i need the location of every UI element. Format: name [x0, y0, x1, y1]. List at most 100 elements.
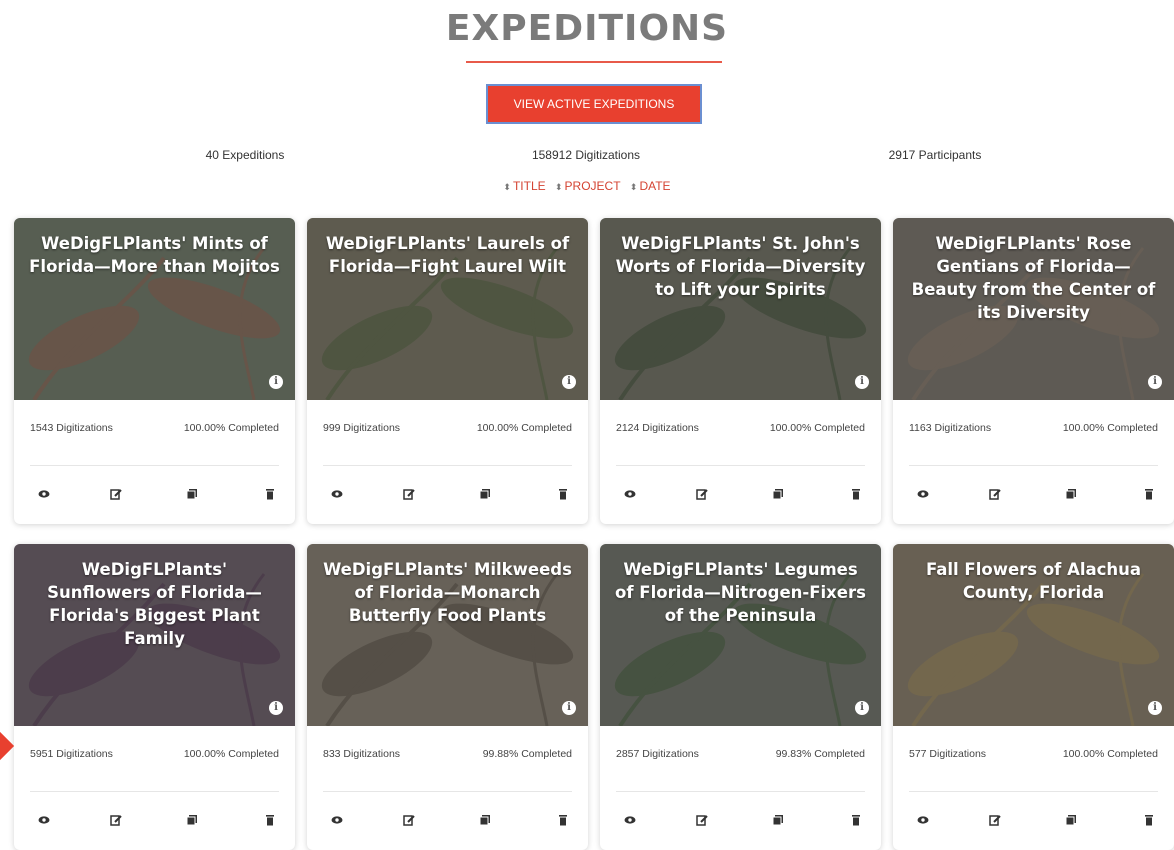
copy-icon[interactable]	[1065, 488, 1081, 504]
expedition-card[interactable]: WeDigFLPlants' Mints of Florida—More tha…	[14, 218, 295, 524]
card-actions	[893, 488, 1174, 504]
expedition-card[interactable]: WeDigFLPlants' St. John's Worts of Flori…	[600, 218, 881, 524]
sort-arrows-icon: ⬍	[503, 182, 511, 192]
divider	[323, 465, 572, 466]
sort-title[interactable]: ⬍ TITLE	[503, 179, 545, 193]
trash-icon[interactable]	[1143, 814, 1159, 830]
info-icon[interactable]: i	[1148, 701, 1162, 715]
card-actions	[893, 814, 1174, 830]
info-icon[interactable]: i	[855, 701, 869, 715]
copy-icon[interactable]	[186, 488, 202, 504]
page-title: EXPEDITIONS	[445, 8, 729, 49]
digitizations-count: 577 Digitizations	[909, 748, 987, 760]
expeditions-count: 40 Expeditions	[205, 148, 285, 162]
trash-icon[interactable]	[850, 488, 866, 504]
digitizations-count: 1163 Digitizations	[909, 422, 992, 434]
copy-icon[interactable]	[479, 814, 495, 830]
trash-icon[interactable]	[1143, 488, 1159, 504]
edit-icon[interactable]	[110, 488, 126, 504]
expedition-title: WeDigFLPlants' Sunflowers of Florida—Flo…	[47, 560, 262, 648]
copy-icon[interactable]	[772, 488, 788, 504]
completion-percent: 100.00% Completed	[183, 748, 279, 760]
edit-icon[interactable]	[989, 814, 1005, 830]
edit-icon[interactable]	[110, 814, 126, 830]
copy-icon[interactable]	[186, 814, 202, 830]
completion-percent: 99.88% Completed	[482, 748, 572, 760]
eye-icon[interactable]	[624, 814, 640, 830]
eye-icon[interactable]	[38, 488, 54, 504]
view-active-expeditions-button[interactable]: VIEW ACTIVE EXPEDITIONS	[486, 84, 702, 124]
expedition-image[interactable]: WeDigFLPlants' Rose Gentians of Florida—…	[893, 218, 1174, 400]
copy-icon[interactable]	[479, 488, 495, 504]
info-icon[interactable]: i	[269, 375, 283, 389]
info-icon[interactable]: i	[855, 375, 869, 389]
sort-date[interactable]: ⬍ DATE	[630, 179, 671, 193]
card-actions	[14, 488, 295, 504]
sort-bar: ⬍ TITLE ⬍ PROJECT ⬍ DATE	[0, 179, 1174, 193]
completion-percent: 100.00% Completed	[1062, 422, 1158, 434]
edit-icon[interactable]	[403, 488, 419, 504]
digitizations-count: 2124 Digitizations	[616, 422, 699, 434]
completion-percent: 100.00% Completed	[769, 422, 865, 434]
eye-icon[interactable]	[38, 814, 54, 830]
expedition-image[interactable]: WeDigFLPlants' Mints of Florida—More tha…	[14, 218, 295, 400]
expedition-image[interactable]: WeDigFLPlants' Laurels of Florida—Fight …	[307, 218, 588, 400]
card-actions	[307, 488, 588, 504]
divider	[909, 465, 1158, 466]
trash-icon[interactable]	[264, 814, 280, 830]
eye-icon[interactable]	[624, 488, 640, 504]
trash-icon[interactable]	[557, 814, 573, 830]
eye-icon[interactable]	[917, 488, 933, 504]
divider	[909, 791, 1158, 792]
expedition-image[interactable]: Fall Flowers of Alachua County, Florida i	[893, 544, 1174, 726]
completion-percent: 100.00% Completed	[183, 422, 279, 434]
participants-count: 2917 Participants	[888, 148, 982, 162]
info-icon[interactable]: i	[269, 701, 283, 715]
edit-icon[interactable]	[403, 814, 419, 830]
edit-icon[interactable]	[696, 488, 712, 504]
sort-project[interactable]: ⬍ PROJECT	[555, 179, 621, 193]
expedition-image[interactable]: WeDigFLPlants' Milkweeds of Florida—Mona…	[307, 544, 588, 726]
expedition-title: WeDigFLPlants' Mints of Florida—More tha…	[29, 234, 280, 276]
eye-icon[interactable]	[331, 488, 347, 504]
expedition-card[interactable]: WeDigFLPlants' Legumes of Florida—Nitrog…	[600, 544, 881, 850]
trash-icon[interactable]	[264, 488, 280, 504]
expedition-title: WeDigFLPlants' Legumes of Florida—Nitrog…	[615, 560, 866, 625]
completion-percent: 100.00% Completed	[1062, 748, 1158, 760]
edit-icon[interactable]	[989, 488, 1005, 504]
info-icon[interactable]: i	[562, 375, 576, 389]
expedition-card[interactable]: Fall Flowers of Alachua County, Florida i…	[893, 544, 1174, 850]
expedition-card[interactable]: WeDigFLPlants' Laurels of Florida—Fight …	[307, 218, 588, 524]
eye-icon[interactable]	[331, 814, 347, 830]
info-icon[interactable]: i	[562, 701, 576, 715]
divider	[616, 791, 865, 792]
digitizations-count: 999 Digitizations	[323, 422, 401, 434]
divider	[30, 791, 279, 792]
digitizations-count: 1543 Digitizations	[30, 422, 113, 434]
divider	[323, 791, 572, 792]
card-actions	[307, 814, 588, 830]
trash-icon[interactable]	[850, 814, 866, 830]
expedition-title: Fall Flowers of Alachua County, Florida	[925, 560, 1142, 602]
card-actions	[600, 814, 881, 830]
copy-icon[interactable]	[772, 814, 788, 830]
expedition-image[interactable]: WeDigFLPlants' Legumes of Florida—Nitrog…	[600, 544, 881, 726]
expedition-card[interactable]: WeDigFLPlants' Milkweeds of Florida—Mona…	[307, 544, 588, 850]
expedition-title: WeDigFLPlants' Milkweeds of Florida—Mona…	[323, 560, 572, 625]
digitizations-count: 833 Digitizations	[323, 748, 401, 760]
edit-icon[interactable]	[696, 814, 712, 830]
expedition-card[interactable]: WeDigFLPlants' Rose Gentians of Florida—…	[893, 218, 1174, 524]
copy-icon[interactable]	[1065, 814, 1081, 830]
expedition-title: WeDigFLPlants' Laurels of Florida—Fight …	[325, 234, 570, 276]
expedition-image[interactable]: WeDigFLPlants' St. John's Worts of Flori…	[600, 218, 881, 400]
card-actions	[14, 814, 295, 830]
eye-icon[interactable]	[917, 814, 933, 830]
expedition-card[interactable]: WeDigFLPlants' Sunflowers of Florida—Flo…	[14, 544, 295, 850]
expedition-image[interactable]: WeDigFLPlants' Sunflowers of Florida—Flo…	[14, 544, 295, 726]
expedition-title: WeDigFLPlants' Rose Gentians of Florida—…	[911, 234, 1156, 322]
trash-icon[interactable]	[557, 488, 573, 504]
divider	[616, 465, 865, 466]
sort-arrows-icon: ⬍	[554, 182, 563, 192]
info-icon[interactable]: i	[1148, 375, 1162, 389]
digitizations-count: 5951 Digitizations	[30, 748, 113, 760]
